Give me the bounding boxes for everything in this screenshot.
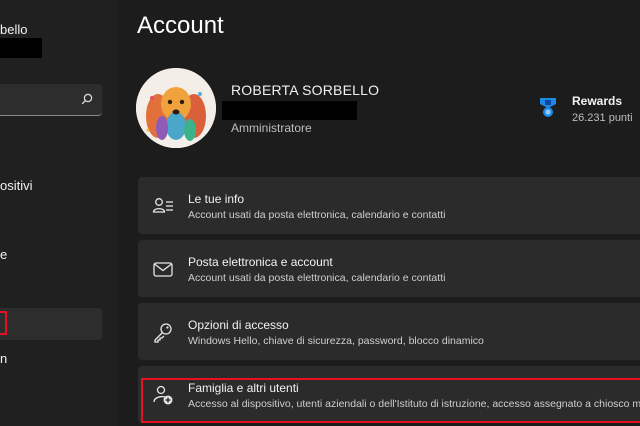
card-title: Posta elettronica e account bbox=[188, 255, 333, 269]
sidebar: bello ositivi e n bbox=[0, 0, 118, 426]
user-display-name: ROBERTA SORBELLO bbox=[231, 82, 380, 98]
person-info-icon bbox=[152, 198, 173, 213]
sidebar-user-name: bello bbox=[0, 22, 28, 37]
sidebar-item-time-language[interactable]: n bbox=[0, 351, 7, 366]
settings-card-email-accounts[interactable]: Posta elettronica e account Account usat… bbox=[138, 240, 640, 297]
card-title: Opzioni di accesso bbox=[188, 318, 289, 332]
redacted-account-bar bbox=[222, 101, 357, 120]
card-description: Windows Hello, chiave di sicurezza, pass… bbox=[188, 335, 484, 347]
mail-icon bbox=[153, 262, 173, 277]
search-icon bbox=[81, 93, 93, 105]
rewards-points: 26.231 punti bbox=[572, 112, 633, 124]
card-title: Le tue info bbox=[188, 192, 245, 206]
dog-portrait-image bbox=[136, 68, 216, 148]
highlight-box-family-users bbox=[141, 378, 640, 423]
sidebar-item-network[interactable]: e bbox=[0, 247, 7, 262]
key-icon bbox=[154, 323, 172, 343]
card-description: Account usati da posta elettronica, cale… bbox=[188, 272, 446, 284]
sidebar-item-accounts-selected[interactable] bbox=[0, 308, 102, 340]
rewards-title[interactable]: Rewards bbox=[572, 94, 622, 108]
settings-card-your-info[interactable]: Le tue info Account usati da posta elett… bbox=[138, 177, 640, 234]
search-input[interactable] bbox=[0, 84, 102, 116]
sidebar-item-devices[interactable]: ositivi bbox=[0, 178, 33, 193]
user-role: Amministratore bbox=[231, 121, 312, 135]
page-title: Account bbox=[137, 12, 224, 39]
highlight-box-sidebar bbox=[0, 311, 7, 335]
avatar[interactable] bbox=[136, 68, 216, 148]
rewards-medal-icon[interactable] bbox=[538, 97, 558, 119]
redacted-email-bar bbox=[0, 38, 42, 58]
card-description: Account usati da posta elettronica, cale… bbox=[188, 209, 446, 221]
settings-card-sign-in-options[interactable]: Opzioni di accesso Windows Hello, chiave… bbox=[138, 303, 640, 360]
